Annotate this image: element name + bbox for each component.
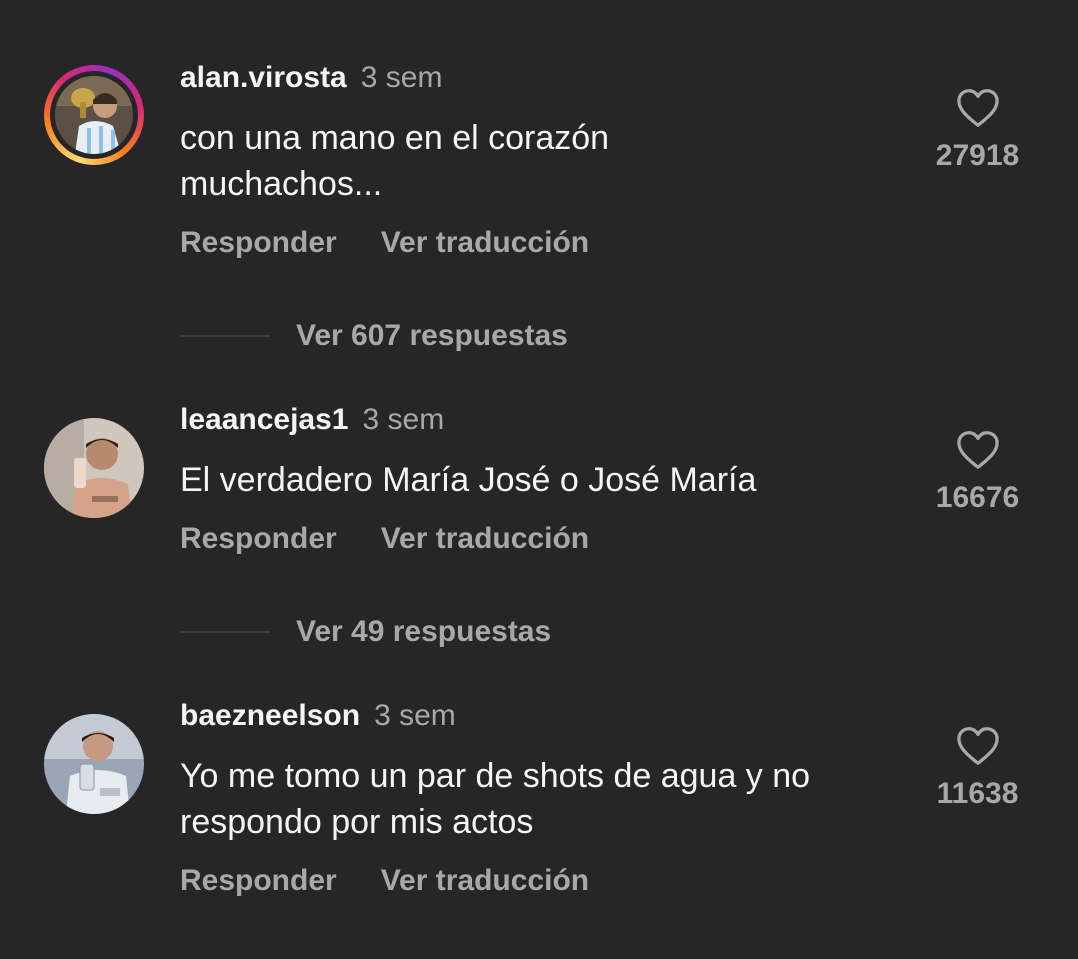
timestamp: 3 sem xyxy=(360,61,443,94)
see-translation-button[interactable]: Ver traducción xyxy=(381,863,589,899)
view-replies-button[interactable]: Ver 49 respuestas xyxy=(180,614,551,650)
heart-outline-icon[interactable] xyxy=(956,88,1000,128)
avatar[interactable] xyxy=(44,714,144,814)
view-replies-label: Ver 607 respuestas xyxy=(296,319,568,352)
heart-outline-icon[interactable] xyxy=(956,430,1000,470)
comment-text: con una mano en el corazón muchachos... xyxy=(180,119,610,203)
avatar-photo-icon xyxy=(44,418,144,518)
comment-actions: Responder Ver traducción xyxy=(180,521,589,557)
comment-header: baezneelson 3 sem xyxy=(180,698,456,734)
avatar[interactable] xyxy=(44,65,144,165)
username-link[interactable]: alan.virosta xyxy=(180,61,347,94)
like-count: 16676 xyxy=(935,481,1020,514)
like-count: 11638 xyxy=(936,777,1019,810)
like-control: 27918 xyxy=(920,88,1035,174)
like-control: 11638 xyxy=(920,726,1035,812)
heart-outline-icon[interactable] xyxy=(956,726,1000,766)
reply-button[interactable]: Responder xyxy=(180,225,337,261)
avatar-photo-icon xyxy=(55,76,133,154)
see-translation-button[interactable]: Ver traducción xyxy=(381,225,589,261)
comment-header: leaancejas1 3 sem xyxy=(180,402,444,438)
view-replies-button[interactable]: Ver 607 respuestas xyxy=(180,318,568,354)
comment-header: alan.virosta 3 sem xyxy=(180,60,442,96)
comment-text: Yo me tomo un par de shots de agua y no … xyxy=(180,757,811,841)
see-translation-button[interactable]: Ver traducción xyxy=(381,521,589,557)
like-count: 27918 xyxy=(935,139,1020,172)
timestamp: 3 sem xyxy=(362,403,445,436)
comment-actions: Responder Ver traducción xyxy=(180,863,589,899)
replies-divider xyxy=(180,335,270,337)
timestamp: 3 sem xyxy=(374,699,456,732)
view-replies-label: Ver 49 respuestas xyxy=(296,615,552,648)
reply-button[interactable]: Responder xyxy=(180,521,337,557)
username-link[interactable]: baezneelson xyxy=(180,699,360,732)
avatar[interactable] xyxy=(44,418,144,518)
avatar-image xyxy=(55,76,133,154)
avatar-image xyxy=(44,418,144,518)
comment-text: El verdadero María José o José María xyxy=(180,461,757,499)
reply-button[interactable]: Responder xyxy=(180,863,337,899)
avatar-image xyxy=(44,714,144,814)
comment-actions: Responder Ver traducción xyxy=(180,225,589,261)
replies-divider xyxy=(180,631,270,633)
avatar-photo-icon xyxy=(44,714,144,814)
like-control: 16676 xyxy=(920,430,1035,516)
username-link[interactable]: leaancejas1 xyxy=(180,403,348,436)
